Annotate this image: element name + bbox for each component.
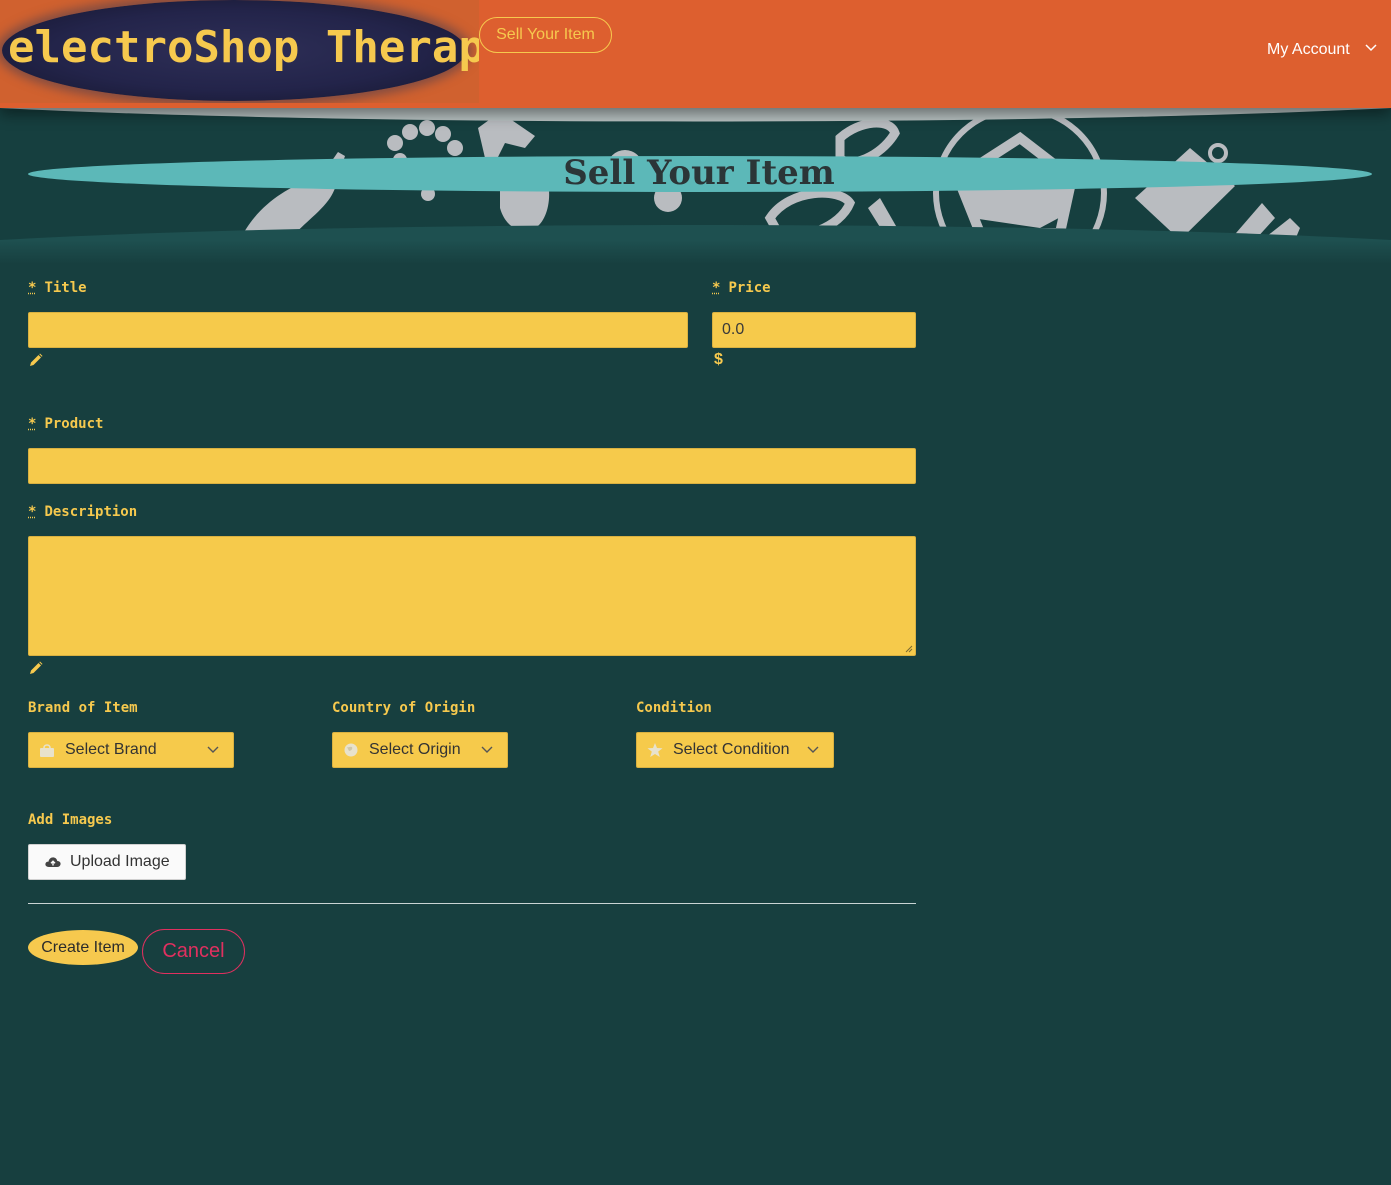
chevron-down-icon	[807, 746, 819, 753]
description-label: * Description	[28, 504, 137, 520]
description-textarea[interactable]	[28, 536, 916, 656]
title-label-text: Title	[44, 280, 87, 296]
product-label: * Product	[28, 416, 103, 432]
dollar-icon: $	[714, 351, 723, 368]
page-title: Sell Your Item	[563, 153, 835, 193]
globe-icon	[344, 743, 358, 757]
logo[interactable]: electroShop Therapy	[0, 0, 479, 103]
form-divider	[28, 903, 916, 904]
star-icon	[647, 743, 663, 757]
origin-select-value: Select Origin	[369, 741, 461, 758]
product-input[interactable]	[28, 448, 916, 484]
origin-select[interactable]: Select Origin	[332, 732, 508, 768]
cloud-upload-icon	[45, 857, 61, 867]
upload-image-button[interactable]: Upload Image	[28, 844, 186, 880]
hero-bottom-shadow	[0, 240, 1391, 264]
required-marker: *	[28, 504, 37, 520]
condition-select-value: Select Condition	[673, 741, 790, 758]
create-item-button[interactable]: Create Item	[28, 930, 138, 965]
price-input[interactable]: 0.0	[712, 312, 916, 348]
add-images-label: Add Images	[28, 812, 113, 828]
description-label-text: Description	[44, 504, 138, 520]
brand-select-value: Select Brand	[65, 741, 157, 758]
required-marker: *	[28, 280, 37, 296]
my-account-label: My Account	[1267, 41, 1350, 58]
pencil-icon	[29, 353, 43, 371]
cancel-button[interactable]: Cancel	[142, 929, 245, 974]
price-label: * Price	[712, 280, 771, 296]
my-account-menu[interactable]: My Account	[1267, 40, 1377, 60]
title-input[interactable]	[28, 312, 688, 348]
brand-label: Brand of Item	[28, 700, 138, 716]
logo-text: electroShop Therapy	[8, 22, 479, 73]
upload-image-label: Upload Image	[70, 853, 170, 870]
origin-label: Country of Origin	[332, 700, 476, 716]
price-label-text: Price	[728, 280, 771, 296]
condition-select[interactable]: Select Condition	[636, 732, 834, 768]
chevron-down-icon	[207, 746, 219, 753]
chevron-down-icon	[1365, 44, 1377, 52]
required-marker: *	[28, 416, 37, 432]
brand-select[interactable]: Select Brand	[28, 732, 234, 768]
title-label: * Title	[28, 280, 87, 296]
nav-sell-your-item-link[interactable]: Sell Your Item	[479, 17, 612, 53]
product-label-text: Product	[44, 416, 104, 432]
required-marker: *	[712, 280, 721, 296]
chevron-down-icon	[481, 746, 493, 753]
top-navbar: electroShop Therapy Sell Your Item My Ac…	[0, 0, 1391, 108]
shopping-bag-icon	[40, 744, 54, 757]
pencil-icon	[29, 661, 43, 679]
condition-label: Condition	[636, 700, 712, 716]
